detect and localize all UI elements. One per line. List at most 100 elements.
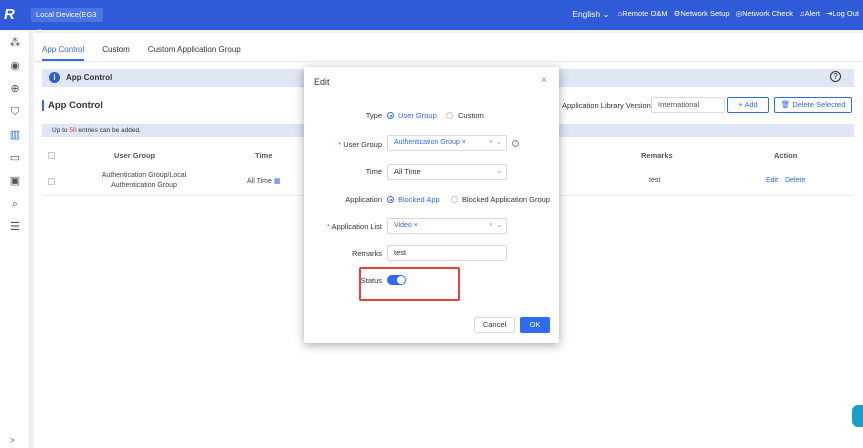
nav-label: Log Out (832, 9, 859, 18)
help-icon[interactable]: ? (830, 71, 841, 82)
help-icon[interactable]: ? (512, 140, 519, 147)
row-user-group-line2: Authentication Group (111, 182, 177, 189)
tab-custom[interactable]: Custom (102, 45, 130, 61)
remarks-value: test (394, 248, 407, 257)
type-user-group-radio[interactable] (387, 112, 394, 119)
limit-count: 50 (69, 127, 77, 134)
close-icon[interactable]: × (541, 75, 547, 86)
blocked-app-group-radio[interactable] (451, 196, 458, 203)
type-user-group-label[interactable]: User Group (398, 111, 437, 120)
time-label: Time (365, 167, 382, 176)
nav-network-check[interactable]: ◎Network Check (736, 9, 793, 20)
tab-custom-application-group[interactable]: Custom Application Group (148, 45, 241, 61)
chevron-down-icon[interactable]: ⌄ (496, 165, 502, 179)
dialog-title: Edit (314, 77, 330, 87)
tag-remove-icon[interactable]: × (462, 139, 466, 146)
tab-divider (34, 61, 863, 62)
header-time: Time (255, 151, 273, 160)
nav-network-setup[interactable]: ⚙Network Setup (674, 9, 730, 20)
language-label: English (572, 9, 601, 19)
info-icon: i (49, 72, 60, 83)
row-delete-link[interactable]: Delete (785, 177, 805, 184)
header-remarks: Remarks (641, 151, 673, 160)
time-select[interactable]: All Time ⌄ (387, 164, 507, 180)
blocked-app-group-label[interactable]: Blocked Application Group (462, 195, 550, 204)
library-version-select[interactable]: International (651, 97, 725, 113)
limit-suffix: entries can be added. (78, 127, 141, 134)
device-selector[interactable]: Local Device(EG3 ⌄ (31, 8, 103, 33)
cancel-button[interactable]: Cancel (474, 317, 515, 333)
assistant-icon[interactable] (852, 405, 863, 427)
device-label: Local Device(EG3 (36, 10, 97, 19)
application-list-select[interactable]: Video × × ⌄ (387, 218, 507, 234)
edit-dialog: Edit × Type User Group Custom * User Gro… (304, 67, 559, 343)
user-group-label: * User Group (338, 140, 382, 149)
row-edit-link[interactable]: Edit (766, 177, 778, 184)
top-bar: R Local Device(EG3 ⌄ English ⌄ ⌂Remote O… (0, 0, 863, 33)
language-selector[interactable]: English ⌄ (572, 9, 609, 20)
library-version-label: Application Library Version: (562, 101, 653, 110)
nav-label: Network Check (742, 9, 793, 18)
row-time: All Time ▦ (247, 177, 280, 185)
expand-icon[interactable]: > (10, 436, 15, 445)
delete-selected-button[interactable]: 🗑 Delete Selected (774, 97, 852, 113)
type-custom-label[interactable]: Custom (458, 111, 484, 120)
application-label: Application (345, 195, 382, 204)
blocked-app-label[interactable]: Blocked App (398, 195, 440, 204)
row-user-group-line1: Authentication Group/Local (101, 172, 187, 179)
chevron-down-icon[interactable]: ⌄ (496, 136, 502, 150)
remarks-label: Remarks (351, 249, 382, 258)
nav-alert[interactable]: ♫Alert (799, 9, 820, 20)
application-tag: Video (394, 222, 412, 229)
header-user-group: User Group (114, 151, 156, 160)
monitor-icon[interactable]: ▭ (9, 152, 21, 164)
tab-app-control[interactable]: App Control (42, 45, 85, 61)
chevron-down-icon[interactable]: ⌄ (496, 219, 502, 233)
top-nav: English ⌄ ⌂Remote O&M ⚙Network Setup ◎Ne… (572, 9, 859, 20)
row-checkbox[interactable] (48, 178, 55, 185)
globe-icon[interactable]: ⊕ (9, 83, 21, 95)
time-value: All Time (394, 167, 421, 176)
select-all-checkbox[interactable] (48, 152, 55, 159)
sidebar: ⁂ ◉ ⊕ ⛉ ▥ ▭ ▣ ⌕ ☰ > (0, 30, 30, 448)
library-version-value: International (658, 100, 700, 109)
shield-icon[interactable]: ⛉ (9, 106, 21, 118)
remarks-input[interactable]: test (387, 245, 507, 261)
info-title: App Control (66, 73, 113, 82)
brand-logo: R (4, 6, 15, 23)
blocked-app-radio[interactable] (387, 196, 394, 203)
application-list-label: * Application List (326, 222, 382, 231)
type-label: Type (365, 111, 382, 120)
row-time-value: All Time (247, 178, 272, 185)
row-remarks: test (649, 177, 661, 184)
clear-icon[interactable]: × (489, 219, 493, 233)
row-user-group: Authentication Group/Local Authenticatio… (89, 171, 199, 191)
header-action: Action (774, 151, 798, 160)
briefcase-icon[interactable]: ▣ (9, 175, 21, 187)
type-custom-radio[interactable] (446, 112, 453, 119)
user-icon[interactable]: ◉ (9, 60, 21, 72)
tag-remove-icon[interactable]: × (414, 222, 418, 229)
tab-bar: App Control Custom Custom Application Gr… (42, 45, 241, 61)
settings-sliders-icon[interactable]: ☰ (9, 221, 21, 233)
nav-label: Network Setup (680, 9, 730, 18)
nav-logout[interactable]: ⇥Log Out (826, 9, 859, 20)
delete-selected-label: Delete Selected (792, 100, 846, 109)
chart-icon[interactable]: ▥ (9, 129, 21, 141)
limit-prefix: Up to (52, 127, 68, 134)
section-title: App Control (42, 100, 103, 111)
topology-icon[interactable]: ⁂ (9, 37, 21, 49)
calendar-icon[interactable]: ▦ (274, 178, 281, 185)
status-highlight-box (359, 267, 460, 301)
user-group-tag: Authentication Group (394, 139, 460, 146)
search-icon[interactable]: ⌕ (9, 198, 21, 210)
nav-remote-om[interactable]: ⌂Remote O&M (618, 9, 668, 20)
clear-icon[interactable]: × (489, 136, 493, 150)
nav-label: Remote O&M (622, 9, 668, 18)
add-button[interactable]: + Add (727, 97, 769, 113)
user-group-label-text: User Group (343, 140, 382, 149)
nav-label: Alert (804, 9, 821, 18)
user-group-select[interactable]: Authentication Group × × ⌄ (387, 135, 507, 151)
ok-button[interactable]: OK (520, 317, 550, 333)
application-list-label-text: Application List (331, 222, 382, 231)
